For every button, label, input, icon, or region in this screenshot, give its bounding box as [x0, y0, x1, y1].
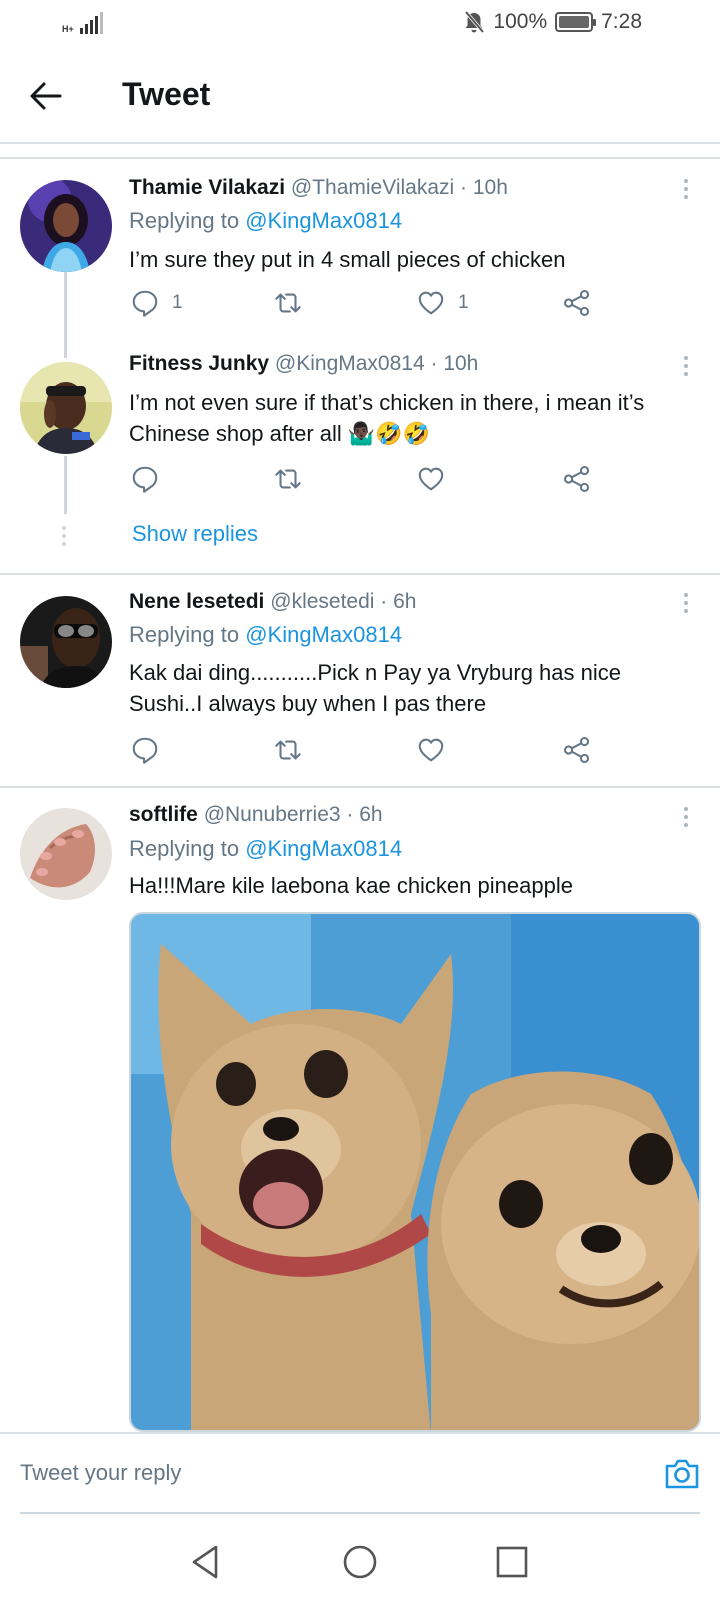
share-button[interactable]	[562, 735, 592, 765]
replying-to-link[interactable]: @KingMax0814	[245, 622, 402, 647]
tweet-text: Kak dai ding...........Pick n Pay ya Vry…	[129, 660, 621, 716]
replying-prefix: Replying to	[129, 622, 246, 647]
retweet-icon	[272, 288, 304, 318]
replying-prefix: Replying to	[129, 836, 246, 861]
circle-home-icon	[343, 1545, 377, 1579]
share-icon	[562, 288, 592, 318]
display-name[interactable]: Thamie Vilakazi	[129, 176, 285, 199]
system-nav-bar	[0, 1528, 720, 1600]
reply-composer: Tweet your reply	[0, 1432, 720, 1528]
user-handle[interactable]: @ThamieVilakazi	[291, 176, 454, 199]
share-icon	[562, 464, 592, 494]
status-bar: H+ 100% 7:28	[0, 0, 720, 48]
replying-to: Replying to @KingMax0814	[129, 836, 402, 862]
reply-button[interactable]	[130, 464, 160, 494]
page-title: Tweet	[122, 76, 211, 112]
network-type: H+	[62, 24, 74, 34]
nav-back-button[interactable]	[186, 1542, 226, 1582]
display-name[interactable]: softlife	[129, 803, 198, 826]
more-vertical-icon[interactable]	[682, 356, 690, 380]
tweet-time: · 10h	[460, 176, 508, 199]
display-name[interactable]: Fitness Junky	[129, 352, 269, 375]
speech-bubble-icon	[130, 464, 160, 494]
tweet-time: · 6h	[380, 590, 417, 613]
triangle-back-icon	[192, 1545, 218, 1579]
clock: 7:28	[601, 10, 642, 33]
display-name[interactable]: Nene lesetedi	[129, 590, 264, 613]
reply-count: 1	[172, 292, 183, 313]
heart-icon	[416, 464, 446, 494]
signal-icon: H+	[62, 12, 103, 34]
retweet-button[interactable]	[272, 464, 304, 494]
speech-bubble-icon	[130, 735, 160, 765]
reply-input[interactable]: Tweet your reply	[20, 1434, 700, 1514]
square-recents-icon	[496, 1546, 528, 1578]
retweet-button[interactable]	[272, 735, 304, 765]
retweet-icon	[272, 464, 304, 494]
user-handle[interactable]: @KingMax0814	[275, 352, 425, 375]
reply-button[interactable]: 1	[130, 288, 183, 318]
tweet-media-image[interactable]	[129, 912, 701, 1432]
heart-icon	[416, 288, 446, 318]
replying-to: Replying to @KingMax0814	[129, 208, 402, 234]
app-header: Tweet	[0, 48, 720, 144]
more-vertical-icon[interactable]	[682, 593, 690, 617]
divider	[0, 157, 720, 159]
share-button[interactable]	[562, 288, 592, 318]
replying-prefix: Replying to	[129, 208, 246, 233]
tweet-text: Ha!!!Mare kile laebona kae chicken pinea…	[129, 873, 573, 898]
replying-to-link[interactable]: @KingMax0814	[245, 208, 402, 233]
back-button[interactable]	[26, 78, 66, 114]
thread-line	[64, 456, 67, 514]
tweet-text: I’m sure they put in 4 small pieces of c…	[129, 247, 566, 272]
nav-home-button[interactable]	[340, 1542, 380, 1582]
tweet-text: I’m not even sure if that’s chicken in t…	[129, 390, 645, 446]
replying-to-link[interactable]: @KingMax0814	[245, 836, 402, 861]
battery-icon	[555, 12, 597, 32]
user-handle[interactable]: @Nunuberrie3	[204, 803, 341, 826]
camera-button[interactable]	[664, 1456, 700, 1490]
battery-percent: 100%	[493, 10, 548, 33]
replying-to: Replying to @KingMax0814	[129, 622, 402, 648]
like-button[interactable]	[416, 464, 446, 494]
thread-continuation-dots	[62, 526, 68, 550]
tweet-meta: softlife @Nunuberrie3 · 6h	[129, 803, 383, 827]
user-handle[interactable]: @klesetedi	[270, 590, 374, 613]
tweet-meta: Thamie Vilakazi @ThamieVilakazi · 10h	[129, 176, 508, 200]
tweet-meta: Fitness Junky @KingMax0814 · 10h	[129, 352, 478, 376]
like-button[interactable]	[416, 735, 446, 765]
speech-bubble-icon	[130, 288, 160, 318]
retweet-button[interactable]	[272, 288, 304, 318]
tweet-time: · 10h	[430, 352, 479, 375]
tweet-time: · 6h	[346, 803, 383, 826]
arrow-left-icon	[30, 82, 62, 110]
tweet-actions	[130, 735, 610, 767]
reply-placeholder: Tweet your reply	[20, 1460, 182, 1485]
avatar[interactable]	[20, 808, 112, 900]
nav-recents-button[interactable]	[492, 1542, 532, 1582]
avatar[interactable]	[20, 180, 112, 272]
share-icon	[562, 735, 592, 765]
show-replies-link[interactable]: Show replies	[132, 521, 258, 547]
like-button[interactable]: 1	[416, 288, 469, 318]
heart-icon	[416, 735, 446, 765]
avatar[interactable]	[20, 362, 112, 454]
reply-button[interactable]	[130, 735, 160, 765]
avatar[interactable]	[20, 596, 112, 688]
thread-line	[64, 272, 67, 358]
more-vertical-icon[interactable]	[682, 807, 690, 831]
retweet-icon	[272, 735, 304, 765]
divider	[0, 786, 720, 788]
camera-icon	[665, 1459, 699, 1489]
battery-level	[559, 16, 590, 28]
tweet-meta: Nene lesetedi @klesetedi · 6h	[129, 590, 416, 614]
like-count: 1	[458, 292, 469, 313]
more-vertical-icon[interactable]	[682, 179, 690, 203]
tweet-actions: 1 1	[130, 288, 610, 320]
divider	[0, 573, 720, 575]
tweet-actions	[130, 464, 610, 496]
share-button[interactable]	[562, 464, 592, 494]
notifications-off-icon	[465, 10, 485, 34]
